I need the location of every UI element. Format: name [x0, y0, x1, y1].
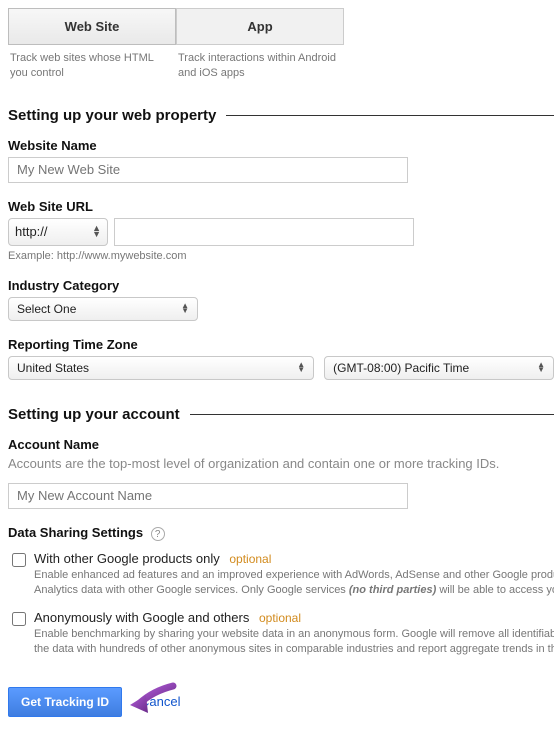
website-url-input[interactable] — [114, 218, 414, 246]
tab-app-desc: Track interactions within Android and iO… — [176, 51, 344, 81]
chevron-updown-icon: ▲▼ — [92, 226, 101, 237]
sharing-option-google-products: With other Google products only optional… — [8, 547, 554, 606]
chevron-updown-icon: ▲▼ — [181, 304, 189, 314]
sharing-anonymous-title: Anonymously with Google and others — [34, 610, 249, 625]
protocol-value: http:// — [15, 224, 48, 239]
tab-website[interactable]: Web Site — [8, 8, 176, 45]
sharing-anonymous-desc: Enable benchmarking by sharing your webs… — [34, 627, 554, 657]
protocol-select[interactable]: http:// ▲▼ — [8, 218, 108, 246]
timezone-select[interactable]: (GMT-08:00) Pacific Time ▲▼ — [324, 356, 554, 380]
cancel-link[interactable]: Cancel — [140, 694, 180, 709]
section-web-property-title: Setting up your web property — [8, 107, 216, 124]
account-desc: Accounts are the top-most level of organ… — [8, 456, 554, 471]
website-url-label: Web Site URL — [8, 199, 554, 214]
form-actions: Get Tracking ID Cancel — [8, 687, 554, 717]
account-name-label: Account Name — [8, 437, 554, 452]
optional-label: optional — [229, 552, 271, 566]
url-example: Example: http://www.mywebsite.com — [8, 250, 554, 262]
sharing-option-anonymous: Anonymously with Google and others optio… — [8, 606, 554, 665]
sharing-google-products-title: With other Google products only — [34, 551, 220, 566]
timezone-label: Reporting Time Zone — [8, 337, 554, 352]
website-name-label: Website Name — [8, 138, 554, 153]
industry-value: Select One — [17, 302, 76, 316]
timezone-country-value: United States — [17, 361, 89, 375]
website-name-input[interactable] — [8, 157, 408, 183]
divider — [226, 115, 554, 116]
section-account-title: Setting up your account — [8, 406, 180, 423]
tab-descriptions: Track web sites whose HTML you control T… — [8, 51, 554, 81]
tab-app[interactable]: App — [176, 8, 344, 45]
data-sharing-label: Data Sharing Settings — [8, 525, 143, 540]
industry-select[interactable]: Select One ▲▼ — [8, 297, 198, 321]
optional-label: optional — [259, 611, 301, 625]
sharing-google-products-desc: Enable enhanced ad features and an impro… — [34, 568, 554, 598]
chevron-updown-icon: ▲▼ — [537, 363, 545, 373]
sharing-google-products-checkbox[interactable] — [12, 553, 26, 567]
timezone-country-select[interactable]: United States ▲▼ — [8, 356, 314, 380]
tracking-type-tabs: Web Site App — [8, 8, 554, 45]
section-account: Setting up your account — [8, 406, 554, 423]
help-icon[interactable]: ? — [151, 527, 165, 541]
account-name-input[interactable] — [8, 483, 408, 509]
timezone-value: (GMT-08:00) Pacific Time — [333, 361, 469, 375]
industry-label: Industry Category — [8, 278, 554, 293]
chevron-updown-icon: ▲▼ — [297, 363, 305, 373]
divider — [190, 414, 554, 415]
tab-website-desc: Track web sites whose HTML you control — [8, 51, 176, 81]
sharing-anonymous-checkbox[interactable] — [12, 612, 26, 626]
section-web-property: Setting up your web property — [8, 107, 554, 124]
get-tracking-id-button[interactable]: Get Tracking ID — [8, 687, 122, 717]
